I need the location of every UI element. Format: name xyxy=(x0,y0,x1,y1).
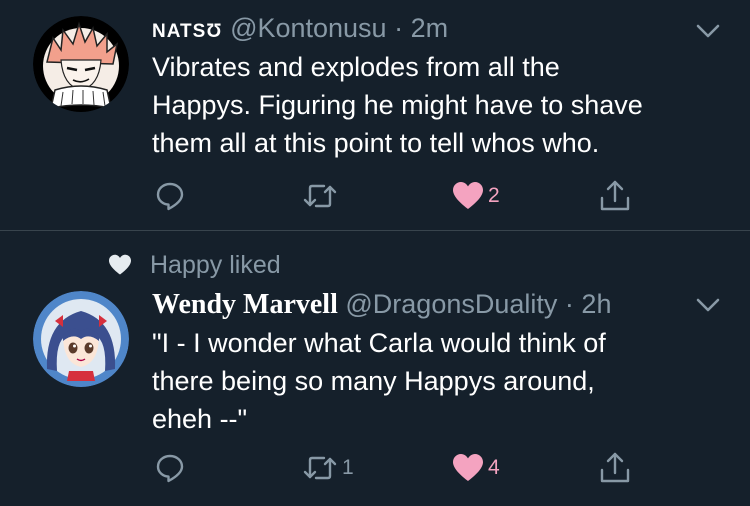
timestamp[interactable]: 2m xyxy=(411,13,449,43)
like-count: 2 xyxy=(488,184,500,207)
tweet-actions: 2 xyxy=(152,176,652,216)
wendy-avatar-image xyxy=(33,291,129,387)
heart-filled-icon xyxy=(453,454,483,481)
chevron-down-icon[interactable] xyxy=(694,20,722,42)
separator-dot: · xyxy=(564,289,574,319)
retweet-icon xyxy=(303,184,337,208)
tweet-header: Wendy Marvell @DragonsDuality · 2h xyxy=(152,288,611,321)
like-count: 4 xyxy=(488,456,500,479)
user-handle[interactable]: @DragonsDuality xyxy=(345,289,557,319)
share-button[interactable] xyxy=(599,448,631,488)
tweet-text: "I - I wonder what Carla would think of … xyxy=(152,328,606,434)
reply-button[interactable] xyxy=(154,448,190,488)
reply-icon xyxy=(156,454,184,483)
separator-dot: · xyxy=(394,13,404,43)
display-name[interactable]: natsʊ xyxy=(152,13,223,43)
wendy-avatar[interactable] xyxy=(33,291,129,387)
like-button[interactable]: 4 xyxy=(452,448,500,488)
retweet-count: 1 xyxy=(342,456,354,479)
retweet-button[interactable]: 1 xyxy=(302,448,354,488)
share-icon xyxy=(600,180,630,211)
heart-filled-icon xyxy=(453,182,483,209)
user-handle[interactable]: @Kontonusu xyxy=(230,13,387,43)
share-button[interactable] xyxy=(599,176,631,216)
social-context[interactable]: Happy liked xyxy=(108,249,281,281)
timestamp[interactable]: 2h xyxy=(581,289,611,319)
tweet-actions: 1 4 xyxy=(152,448,652,488)
chevron-down-icon[interactable] xyxy=(694,294,722,316)
reply-button[interactable] xyxy=(154,176,190,216)
share-icon xyxy=(600,452,630,483)
retweet-button[interactable] xyxy=(302,176,342,216)
natsu-avatar[interactable] xyxy=(33,16,129,112)
reply-icon xyxy=(156,182,184,211)
tweet-wendy[interactable]: Happy liked Wendy Marvell @DragonsDualit… xyxy=(0,231,750,506)
social-context-text: Happy liked xyxy=(150,250,281,279)
display-name[interactable]: Wendy Marvell xyxy=(152,289,338,320)
tweet-natsu[interactable]: natsʊ @Kontonusu · 2m Vibrates and explo… xyxy=(0,0,750,230)
natsu-avatar-image xyxy=(33,16,129,112)
like-button[interactable]: 2 xyxy=(452,176,500,216)
retweet-icon xyxy=(303,456,337,480)
tweet-header: natsʊ @Kontonusu · 2m xyxy=(152,12,448,44)
tweet-text: Vibrates and explodes from all the Happy… xyxy=(152,52,643,158)
heart-small-icon xyxy=(109,254,131,275)
